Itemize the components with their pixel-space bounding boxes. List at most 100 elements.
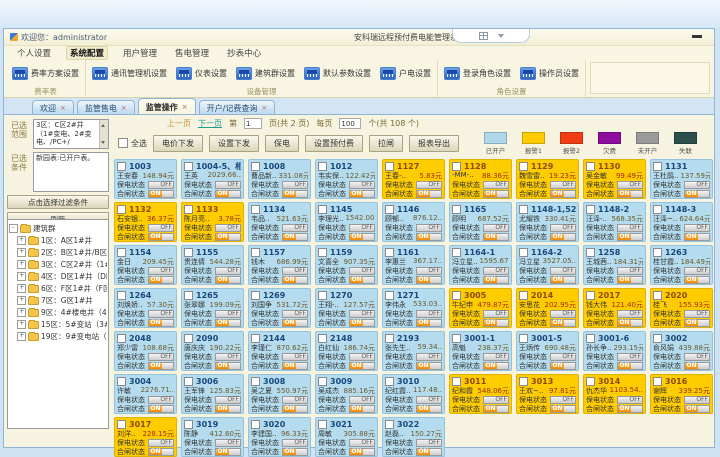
selected-condition-box[interactable]: 新园表:已开户表。 — [33, 152, 109, 192]
card-checkbox[interactable] — [385, 420, 394, 429]
meter-card[interactable]: 1263桂甘霞..184.49元保电状态OFF合闸状态ON — [650, 245, 713, 285]
close-switch-toggle[interactable]: ON — [416, 190, 442, 198]
tree-expander-icon[interactable]: + — [17, 284, 26, 293]
power-protect-toggle[interactable]: OFF — [617, 396, 643, 404]
selected-range-listbox[interactable]: 3区：C区2#井（1#变电、2#变电、/PC+/ — [33, 119, 109, 149]
close-switch-toggle[interactable]: ON — [483, 405, 509, 413]
close-switch-toggle[interactable]: ON — [215, 405, 241, 413]
card-checkbox[interactable] — [117, 248, 126, 257]
card-checkbox[interactable] — [519, 205, 528, 214]
close-switch-toggle[interactable]: ON — [215, 276, 241, 284]
meter-card[interactable]: 3011纪和霞548.06元保电状态OFF合闸状态ON — [449, 374, 512, 414]
close-switch-toggle[interactable]: ON — [148, 233, 174, 241]
close-switch-toggle[interactable]: ON — [416, 448, 442, 456]
power-protect-toggle[interactable]: OFF — [148, 439, 174, 447]
document-tab[interactable]: 监管售电× — [77, 100, 135, 115]
power-protect-toggle[interactable]: OFF — [148, 181, 174, 189]
power-protect-toggle[interactable]: OFF — [550, 353, 576, 361]
close-switch-toggle[interactable]: ON — [349, 190, 375, 198]
close-switch-toggle[interactable]: ON — [282, 233, 308, 241]
meter-card[interactable]: 1258王城茜..184.31元保电状态OFF合闸状态ON — [583, 245, 646, 285]
power-protect-toggle[interactable]: OFF — [215, 224, 241, 232]
power-protect-toggle[interactable]: OFF — [349, 396, 375, 404]
close-switch-toggle[interactable]: ON — [148, 448, 174, 456]
card-checkbox[interactable] — [117, 377, 126, 386]
ribbon-button[interactable]: 操作员设置 — [518, 65, 581, 82]
power-protect-toggle[interactable]: OFF — [617, 310, 643, 318]
meter-card[interactable]: 1132石安银..36.37元保电状态OFF合闸状态ON — [114, 202, 177, 242]
power-protect-toggle[interactable]: OFF — [148, 267, 174, 275]
page-number-input[interactable] — [244, 118, 262, 129]
close-switch-toggle[interactable]: ON — [483, 319, 509, 327]
close-switch-toggle[interactable]: ON — [617, 276, 643, 284]
card-checkbox[interactable] — [251, 248, 260, 257]
close-switch-toggle[interactable]: ON — [550, 362, 576, 370]
tree-item[interactable]: +19区：9#变电站（2# — [9, 330, 107, 342]
per-page-input[interactable] — [339, 118, 361, 129]
ribbon-button[interactable]: 户电设置 — [378, 65, 433, 82]
power-protect-toggle[interactable]: OFF — [684, 224, 710, 232]
meter-card[interactable]: 3004许敏2276.71..保电状态OFF合闸状态ON — [114, 374, 177, 414]
close-switch-toggle[interactable]: ON — [684, 233, 710, 241]
tree-item[interactable]: +3区：C区2#井（1#变 — [9, 258, 107, 270]
close-switch-toggle[interactable]: ON — [148, 319, 174, 327]
power-protect-toggle[interactable]: OFF — [684, 310, 710, 318]
close-switch-toggle[interactable]: ON — [483, 276, 509, 284]
meter-card[interactable]: 1154金日209.45元保电状态OFF合闸状态ON — [114, 245, 177, 285]
card-checkbox[interactable] — [385, 248, 394, 257]
close-switch-toggle[interactable]: ON — [282, 276, 308, 284]
tree-expander-icon[interactable]: + — [17, 248, 26, 257]
minimize-button[interactable] — [692, 35, 702, 38]
close-switch-toggle[interactable]: ON — [349, 319, 375, 327]
filter-select-button[interactable]: 点击选择过滤条件 — [7, 195, 109, 209]
tree-expander-icon[interactable]: + — [17, 272, 26, 281]
power-protect-toggle[interactable]: OFF — [215, 396, 241, 404]
power-protect-toggle[interactable]: OFF — [684, 181, 710, 189]
power-protect-toggle[interactable]: OFF — [617, 224, 643, 232]
meter-card[interactable]: 2048郑少雷108.68元保电状态OFF合闸状态ON — [114, 331, 177, 371]
close-switch-toggle[interactable]: ON — [684, 319, 710, 327]
power-protect-toggle[interactable]: OFF — [282, 439, 308, 447]
card-checkbox[interactable] — [653, 291, 662, 300]
meter-card[interactable]: 1157钱木686.99元保电状态OFF合闸状态ON — [248, 245, 311, 285]
meter-card[interactable]: 1129魏雪雷..19.23元保电状态OFF合闸状态ON — [516, 159, 579, 199]
close-switch-toggle[interactable]: ON — [282, 319, 308, 327]
next-page-link[interactable]: 下一页 — [198, 118, 222, 129]
meter-card[interactable]: 2014安思花202.95元保电状态OFF合闸状态ON — [516, 288, 579, 328]
power-protect-toggle[interactable]: OFF — [483, 310, 509, 318]
listbox-scrollbar[interactable] — [99, 120, 108, 148]
power-protect-toggle[interactable]: OFF — [416, 353, 442, 361]
card-checkbox[interactable] — [385, 377, 394, 386]
meter-card[interactable]: 1159文喜全907.35元保电状态OFF合闸状态ON — [315, 245, 378, 285]
meter-card[interactable]: 3001-6孙长争..293.15元保电状态OFF合闸状态ON — [583, 331, 646, 371]
power-protect-toggle[interactable]: OFF — [282, 353, 308, 361]
card-checkbox[interactable] — [385, 205, 394, 214]
card-checkbox[interactable] — [519, 248, 528, 257]
card-checkbox[interactable] — [117, 205, 126, 214]
power-protect-toggle[interactable]: OFF — [416, 181, 442, 189]
document-tab[interactable]: 监管操作× — [138, 98, 196, 115]
card-checkbox[interactable] — [519, 291, 528, 300]
card-checkbox[interactable] — [653, 205, 662, 214]
power-protect-toggle[interactable]: OFF — [416, 310, 442, 318]
meter-card[interactable]: 3019陈静412.60元保电状态OFF合闸状态ON — [181, 417, 244, 457]
meter-card[interactable]: 1271李伟永533.03..保电状态OFF合闸状态ON — [382, 288, 445, 328]
power-protect-toggle[interactable]: OFF — [215, 439, 241, 447]
card-checkbox[interactable] — [318, 248, 327, 257]
select-all[interactable]: 全选 — [118, 138, 147, 149]
power-protect-toggle[interactable]: OFF — [416, 439, 442, 447]
card-checkbox[interactable] — [586, 291, 595, 300]
meter-card[interactable]: 1012韦实保..122.42元保电状态OFF合闸状态ON — [315, 159, 378, 199]
meter-card[interactable]: 2193张先生..59.34..保电状态OFF合闸状态ON — [382, 331, 445, 371]
meter-card[interactable]: 3001-5王炳传690.48元保电状态OFF合闸状态ON — [516, 331, 579, 371]
close-switch-toggle[interactable]: ON — [550, 233, 576, 241]
meter-card[interactable]: 1130吴金敏99.49元保电状态OFF合闸状态ON — [583, 159, 646, 199]
ribbon-button[interactable]: 默认参数设置 — [302, 65, 373, 82]
card-checkbox[interactable] — [586, 205, 595, 214]
close-switch-toggle[interactable]: ON — [416, 276, 442, 284]
power-protect-toggle[interactable]: OFF — [617, 353, 643, 361]
meter-card[interactable]: 1269刘国争531.72元保电状态OFF合闸状态ON — [248, 288, 311, 328]
power-protect-toggle[interactable]: OFF — [282, 224, 308, 232]
card-checkbox[interactable] — [653, 248, 662, 257]
power-protect-toggle[interactable]: OFF — [148, 353, 174, 361]
